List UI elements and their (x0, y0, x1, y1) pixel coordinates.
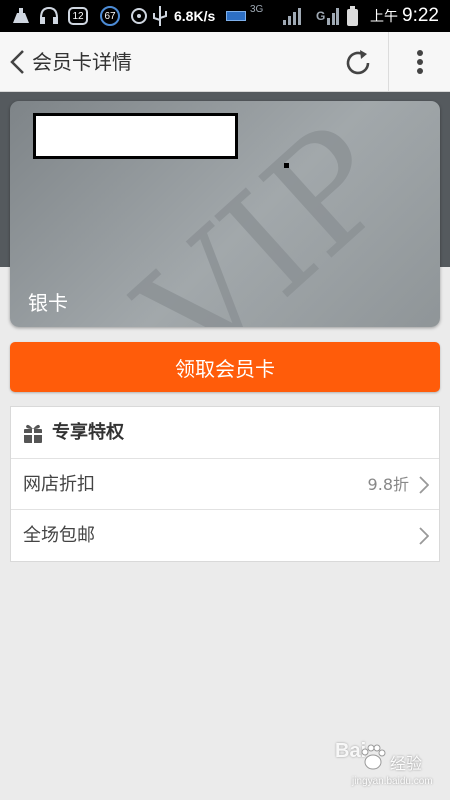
gift-icon (24, 424, 42, 443)
network-speed: 6.8K/s (174, 8, 216, 24)
clean-icon (13, 8, 29, 23)
sync-icon (131, 8, 147, 24)
get-card-button[interactable]: 领取会员卡 (10, 342, 440, 392)
privilege-row-free-shipping[interactable]: 全场包邮 (11, 510, 439, 561)
battery-icon (347, 6, 358, 26)
network-type: 3G (250, 4, 264, 15)
chevron-right-icon (419, 527, 429, 545)
usb-icon (153, 6, 167, 26)
header-divider (388, 32, 389, 91)
privileges-panel: 专享特权 网店折扣 9.8折 全场包邮 (10, 406, 440, 562)
signal-bars-icon (283, 8, 301, 25)
refresh-icon[interactable] (342, 47, 374, 79)
card-dot (284, 163, 289, 168)
page-title: 会员卡详情 (32, 50, 132, 74)
signal-bars-2-icon (327, 8, 339, 25)
baidu-paw-icon (361, 744, 386, 770)
privileges-title: 专享特权 (52, 422, 124, 443)
privilege-value: 9.8折 (367, 475, 409, 494)
signal-type: G (316, 9, 326, 23)
status-bar: 12 67 6.8K/s 3G G 上午 9:22 (0, 0, 450, 32)
card-name-redacted (33, 113, 238, 159)
chevron-right-icon (419, 476, 429, 494)
membership-card: VIP 银卡 (10, 101, 440, 327)
app-header: 会员卡详情 (0, 32, 450, 92)
privileges-header: 专享特权 (11, 407, 439, 459)
headset-icon (40, 6, 58, 24)
calendar-badge: 12 (68, 7, 88, 25)
status-time: 9:22 (402, 5, 439, 26)
baidu-watermark-suffix: 经验 (390, 754, 423, 773)
data-indicator-icon (226, 11, 246, 21)
count-badge: 67 (100, 6, 120, 26)
privilege-label: 全场包邮 (23, 525, 95, 546)
card-level: 银卡 (28, 291, 68, 315)
more-vertical-icon[interactable] (408, 46, 432, 78)
privilege-label: 网店折扣 (23, 474, 95, 495)
baidu-watermark-url: jingyan.baidu.com (352, 776, 433, 787)
privilege-row-discount[interactable]: 网店折扣 9.8折 (11, 459, 439, 510)
chevron-left-icon[interactable] (8, 49, 28, 75)
status-ampm: 上午 (370, 9, 398, 25)
